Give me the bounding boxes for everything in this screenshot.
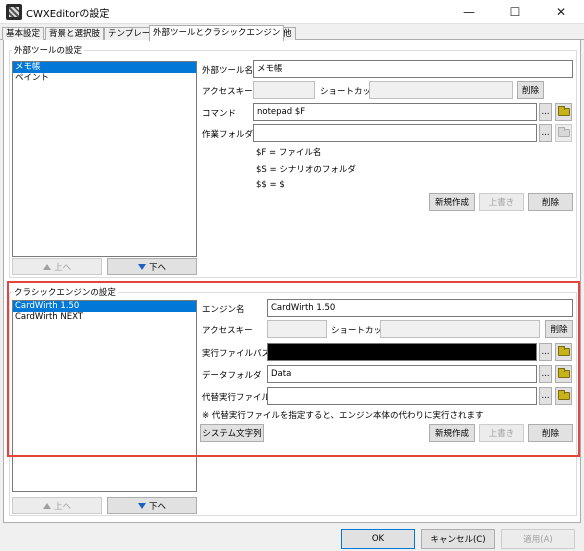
maximize-button[interactable]: ☐	[492, 0, 538, 24]
tool-overwrite-button[interactable]: 上書き	[479, 193, 524, 211]
external-tools-list[interactable]: メモ帳 ペイント	[12, 61, 197, 257]
tool-workdir-label: 作業フォルダ	[202, 130, 254, 140]
tool-accesskey-label: アクセスキー	[202, 87, 253, 97]
system-text-button[interactable]: システム文字列	[200, 424, 264, 442]
ok-button[interactable]: OK	[341, 529, 415, 549]
tool-command-folder-button[interactable]	[555, 103, 572, 121]
classic-engine-group-title: クラシックエンジンの設定	[12, 286, 118, 298]
window-title: CWXEditorの設定	[26, 9, 110, 20]
arrow-down-icon	[137, 502, 146, 509]
list-item[interactable]: CardWirth 1.50	[13, 301, 196, 312]
engine-down-button[interactable]: 下へ	[107, 497, 197, 514]
engine-name-label: エンジン名	[202, 305, 245, 315]
engine-alt-exe-label: 代替実行ファイル	[202, 393, 271, 403]
folder-icon	[557, 106, 570, 116]
tool-workdir-input[interactable]	[253, 124, 537, 142]
tool-new-button[interactable]: 新規作成	[429, 193, 475, 211]
engine-up-button[interactable]: 上へ	[12, 497, 102, 514]
engine-up-label: 上へ	[53, 501, 71, 512]
tool-workdir-folder-button[interactable]	[555, 124, 572, 142]
classic-engine-list[interactable]: CardWirth 1.50 CardWirth NEXT	[12, 300, 197, 492]
help-line: $F = ファイル名	[256, 148, 322, 158]
external-tools-group-title: 外部ツールの設定	[12, 44, 85, 56]
tab-basic[interactable]: 基本設定	[2, 27, 45, 40]
engine-alt-exe-folder-button[interactable]	[555, 387, 572, 405]
tab-external-tools-classic-engine[interactable]: 外部ツールとクラシックエンジン	[149, 25, 285, 41]
engine-new-button[interactable]: 新規作成	[429, 424, 475, 442]
tool-shortcut-input[interactable]	[369, 81, 513, 99]
tool-delete-button[interactable]: 削除	[528, 193, 573, 211]
tool-command-browse-button[interactable]: ...	[539, 103, 552, 121]
tool-command-input[interactable]: notepad $F	[253, 103, 537, 121]
list-item[interactable]: メモ帳	[13, 62, 196, 73]
folder-icon	[557, 346, 570, 356]
engine-alt-exe-input[interactable]	[267, 387, 537, 405]
tab-background-choices[interactable]: 背景と選択肢	[45, 27, 105, 40]
app-icon	[6, 4, 22, 20]
tool-up-button[interactable]: 上へ	[12, 258, 102, 275]
engine-delete-button[interactable]: 削除	[528, 424, 573, 442]
arrow-down-icon	[137, 263, 146, 270]
list-item[interactable]: CardWirth NEXT	[13, 312, 196, 323]
engine-data-folder-label: データフォルダ	[202, 371, 262, 381]
tool-name-input[interactable]: メモ帳	[253, 60, 573, 78]
engine-shortcut-input[interactable]	[380, 320, 540, 338]
engine-accesskey-label: アクセスキー	[202, 326, 253, 336]
tool-down-button[interactable]: 下へ	[107, 258, 197, 275]
tool-down-label: 下へ	[148, 262, 166, 273]
tool-name-label: 外部ツール名	[202, 66, 254, 76]
engine-data-folder-folder-button[interactable]	[555, 365, 572, 383]
engine-exe-input[interactable]	[267, 343, 537, 361]
engine-data-folder-browse-button[interactable]: ...	[539, 365, 552, 383]
engine-accesskey-input[interactable]	[267, 320, 327, 338]
tool-workdir-browse-button[interactable]: ...	[539, 124, 552, 142]
folder-icon	[557, 390, 570, 400]
close-button[interactable]: ✕	[538, 0, 584, 24]
folder-icon	[557, 368, 570, 378]
engine-alt-exe-browse-button[interactable]: ...	[539, 387, 552, 405]
engine-overwrite-button[interactable]: 上書き	[479, 424, 524, 442]
engine-down-label: 下へ	[148, 501, 166, 512]
cancel-button[interactable]: キャンセル(C)	[421, 529, 495, 549]
list-item[interactable]: ペイント	[13, 73, 196, 84]
apply-button[interactable]: 適用(A)	[501, 529, 575, 549]
tool-shortcut-delete-button[interactable]: 削除	[517, 81, 544, 99]
tool-accesskey-input[interactable]	[253, 81, 315, 99]
minimize-button[interactable]: —	[446, 0, 492, 24]
arrow-up-icon	[42, 263, 51, 270]
engine-note: ※ 代替実行ファイルを指定すると、エンジン本体の代わりに実行されます	[202, 411, 484, 421]
engine-exe-label: 実行ファイルパス	[202, 349, 271, 359]
engine-name-input[interactable]: CardWirth 1.50	[267, 299, 573, 317]
arrow-up-icon	[42, 502, 51, 509]
engine-exe-browse-button[interactable]: ...	[539, 343, 552, 361]
tool-command-label: コマンド	[202, 109, 237, 119]
folder-icon	[557, 127, 570, 137]
engine-data-folder-input[interactable]: Data	[267, 365, 537, 383]
help-line: $$ = $	[256, 180, 285, 190]
tool-up-label: 上へ	[53, 262, 71, 273]
engine-exe-folder-button[interactable]	[555, 343, 572, 361]
engine-shortcut-delete-button[interactable]: 削除	[545, 320, 573, 338]
help-line: $S = シナリオのフォルダ	[256, 165, 356, 175]
